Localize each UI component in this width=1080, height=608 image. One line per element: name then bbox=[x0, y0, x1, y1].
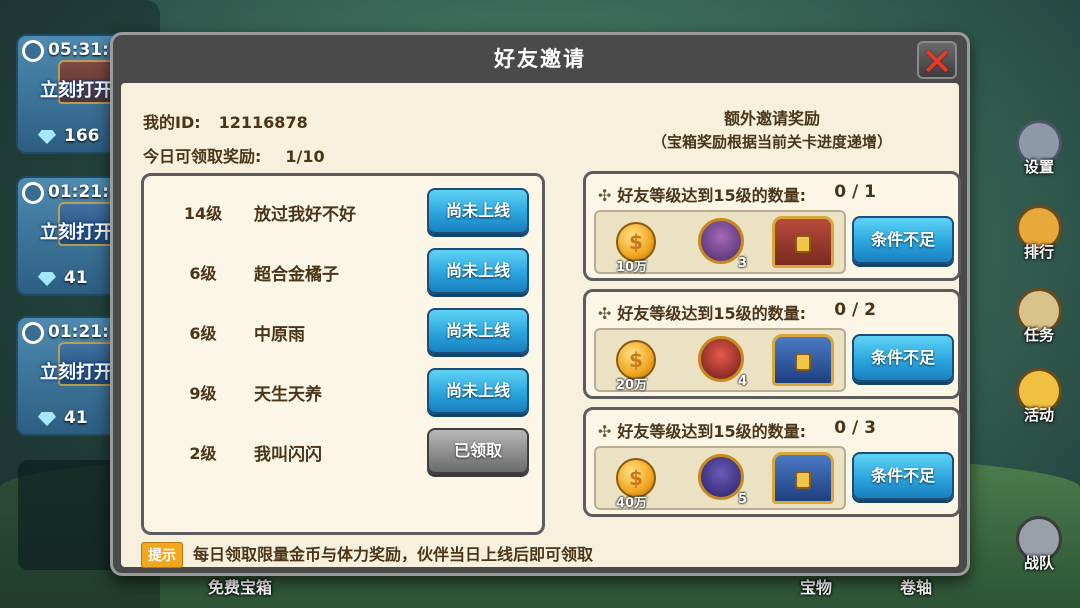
my-id-row: 我的ID: 12116878 bbox=[143, 109, 308, 133]
quests-label: 任务 bbox=[1023, 326, 1054, 344]
rewards-title: 额外邀请奖励 bbox=[723, 109, 820, 128]
reward-condition: ✣ 好友等级达到15级的数量: bbox=[598, 186, 807, 205]
treasure-label[interactable]: 宝物 bbox=[800, 574, 832, 598]
friend-row: 14级 放过我好不好 尚未上线 bbox=[144, 184, 542, 238]
reward-items: $ 40万 5 bbox=[594, 446, 846, 511]
clock-icon bbox=[22, 40, 44, 62]
reward-card-1: ✣ 好友等级达到15级的数量: 0 / 1 $ 10万 3 条件不足 bbox=[583, 171, 961, 281]
clock-icon bbox=[22, 322, 44, 344]
clock-icon bbox=[22, 182, 44, 204]
close-button[interactable]: ✕ bbox=[917, 40, 957, 84]
gem-icon bbox=[38, 412, 56, 426]
gem-cost: 41 bbox=[64, 268, 88, 288]
hero-count: 5 bbox=[738, 492, 748, 507]
friend-status-button[interactable]: 尚未上线 bbox=[427, 368, 529, 414]
friend-claimed-button[interactable]: 已领取 bbox=[427, 428, 529, 474]
coin-amount: 10万 bbox=[616, 260, 648, 275]
reward-condition: ✣ 好友等级达到15级的数量: bbox=[598, 422, 807, 441]
team-label: 战队 bbox=[1023, 554, 1054, 572]
reward-card-2: ✣ 好友等级达到15级的数量: 0 / 2 $ 20万 4 条件不足 bbox=[583, 289, 961, 399]
friend-row: 6级 中原雨 尚未上线 bbox=[144, 304, 542, 358]
friend-level: 14级 bbox=[183, 204, 223, 223]
team-button[interactable]: 战队 bbox=[1008, 516, 1070, 586]
friends-list: 14级 放过我好不好 尚未上线 6级 超合金橘子 尚未上线 6级 中原雨 尚未上… bbox=[141, 173, 545, 535]
events-button[interactable]: 活动 bbox=[1008, 368, 1070, 438]
gem-cost: 166 bbox=[64, 126, 100, 146]
settings-label: 设置 bbox=[1023, 158, 1054, 176]
ranking-button[interactable]: 排行 bbox=[1008, 205, 1070, 275]
ranking-label: 排行 bbox=[1023, 243, 1054, 261]
friend-name: 放过我好不好 bbox=[254, 205, 356, 225]
friend-row: 9级 天生天养 尚未上线 bbox=[144, 364, 542, 418]
reward-progress: 0 / 2 bbox=[834, 300, 876, 320]
my-id-label: 我的ID: bbox=[143, 113, 201, 132]
close-icon: ✕ bbox=[921, 40, 953, 84]
sparkle-icon: ✣ bbox=[598, 304, 612, 323]
treasure-chest-icon bbox=[772, 216, 834, 268]
dialog-title: 好友邀请 bbox=[494, 47, 586, 71]
hero-count: 3 bbox=[738, 256, 748, 271]
treasure-chest-icon bbox=[772, 452, 834, 504]
friend-name: 超合金橘子 bbox=[254, 265, 339, 285]
open-now-label: 立刻打开 bbox=[40, 80, 112, 101]
events-label: 活动 bbox=[1023, 406, 1054, 424]
daily-reward-value: 1/10 bbox=[285, 147, 325, 166]
quests-button[interactable]: 任务 bbox=[1008, 288, 1070, 358]
rewards-subtitle: （宝箱奖励根据当前关卡进度递增） bbox=[651, 133, 892, 151]
sparkle-icon: ✣ bbox=[598, 186, 612, 205]
settings-button[interactable]: 设置 bbox=[1008, 120, 1070, 190]
friend-name: 我叫闪闪 bbox=[254, 445, 322, 465]
gem-icon bbox=[38, 130, 56, 144]
friend-status-button[interactable]: 尚未上线 bbox=[427, 308, 529, 354]
scroll-label[interactable]: 卷轴 bbox=[900, 574, 932, 598]
gem-icon bbox=[38, 272, 56, 286]
dialog-body: 我的ID: 12116878 今日可领取奖励: 1/10 14级 放过我好不好 尚未… bbox=[121, 83, 961, 568]
reward-items: $ 10万 3 bbox=[594, 210, 846, 275]
friend-level: 9级 bbox=[189, 384, 217, 403]
friend-level: 6级 bbox=[189, 264, 217, 283]
sparkle-icon: ✣ bbox=[598, 422, 612, 441]
friend-name: 天生天养 bbox=[254, 385, 322, 405]
friend-status-button[interactable]: 尚未上线 bbox=[427, 188, 529, 234]
treasure-chest-icon bbox=[772, 334, 834, 386]
daily-reward-label: 今日可领取奖励: bbox=[143, 147, 262, 166]
tip-bar: 提示 每日领取限量金币与体力奖励，伙伴当日上线后即可领取 bbox=[141, 541, 593, 568]
tip-badge: 提示 bbox=[141, 542, 183, 568]
reward-condition: ✣ 好友等级达到15级的数量: bbox=[598, 304, 807, 323]
hero-count: 4 bbox=[738, 374, 748, 389]
friend-row: 6级 超合金橘子 尚未上线 bbox=[144, 244, 542, 298]
my-id-value: 12116878 bbox=[218, 113, 308, 132]
friend-level: 6级 bbox=[189, 324, 217, 343]
open-now-label: 立刻打开 bbox=[40, 222, 112, 243]
reward-progress: 0 / 3 bbox=[834, 418, 876, 438]
friend-row: 2级 我叫闪闪 已领取 bbox=[144, 424, 542, 478]
claim-button[interactable]: 条件不足 bbox=[852, 216, 954, 264]
friend-level: 2级 bbox=[189, 444, 217, 463]
friend-name: 中原雨 bbox=[254, 325, 305, 345]
coin-amount: 40万 bbox=[616, 496, 648, 511]
daily-reward-row: 今日可领取奖励: 1/10 bbox=[143, 143, 325, 167]
tip-text: 每日领取限量金币与体力奖励，伙伴当日上线后即可领取 bbox=[193, 545, 594, 564]
claim-button[interactable]: 条件不足 bbox=[852, 334, 954, 382]
free-chest-label[interactable]: 免费宝箱 bbox=[208, 574, 272, 598]
friend-invite-dialog: 好友邀请 ✕ 我的ID: 12116878 今日可领取奖励: 1/10 14级 放过… bbox=[110, 32, 970, 576]
gem-cost: 41 bbox=[64, 408, 88, 428]
open-now-label: 立刻打开 bbox=[40, 362, 112, 383]
reward-progress: 0 / 1 bbox=[834, 182, 876, 202]
reward-items: $ 20万 4 bbox=[594, 328, 846, 393]
claim-button[interactable]: 条件不足 bbox=[852, 452, 954, 500]
friend-status-button[interactable]: 尚未上线 bbox=[427, 248, 529, 294]
reward-card-3: ✣ 好友等级达到15级的数量: 0 / 3 $ 40万 5 条件不足 bbox=[583, 407, 961, 517]
coin-amount: 20万 bbox=[616, 378, 648, 393]
